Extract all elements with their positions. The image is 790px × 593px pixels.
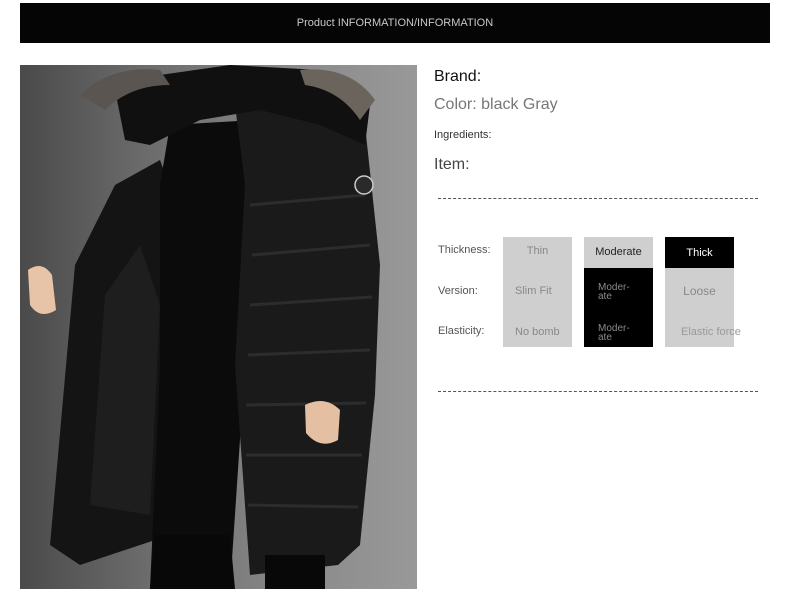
cell-moderate-thickness: Moderate	[595, 246, 642, 258]
cell-thick: Thick	[686, 247, 713, 259]
cell-moderate-version: Moder- ate	[598, 282, 630, 302]
color-label: Color: black Gray	[434, 96, 558, 113]
info-header-bar: Product INFORMATION/INFORMATION	[20, 3, 770, 43]
header-title: Product INFORMATION/INFORMATION	[296, 17, 494, 29]
brand-label: Brand:	[434, 68, 482, 85]
item-label: Item:	[434, 156, 470, 173]
row-label-elasticity: Elasticity:	[438, 325, 485, 337]
cell-elastic-force: Elastic force	[681, 326, 741, 338]
cell-no-bomb: No bomb	[515, 326, 560, 338]
product-photo	[20, 65, 417, 589]
divider-top	[438, 198, 758, 199]
cell-moderate-elasticity: Moder- ate	[598, 323, 630, 343]
attribute-column-2: Moderate Moder- ate Moder- ate	[584, 237, 653, 347]
row-label-thickness: Thickness:	[438, 244, 491, 256]
cell-thin: Thin	[526, 245, 549, 257]
attribute-column-1: Thin Slim Fit No bomb	[503, 237, 572, 347]
hooded-down-coat-image	[28, 65, 380, 589]
cell-loose: Loose	[683, 284, 716, 298]
divider-bottom	[438, 391, 758, 392]
attribute-column-3: Thick Loose Elastic force	[665, 237, 741, 347]
ingredients-label: Ingredients:	[434, 129, 492, 141]
row-label-version: Version:	[438, 285, 478, 297]
cell-slim-fit: Slim Fit	[515, 285, 552, 297]
